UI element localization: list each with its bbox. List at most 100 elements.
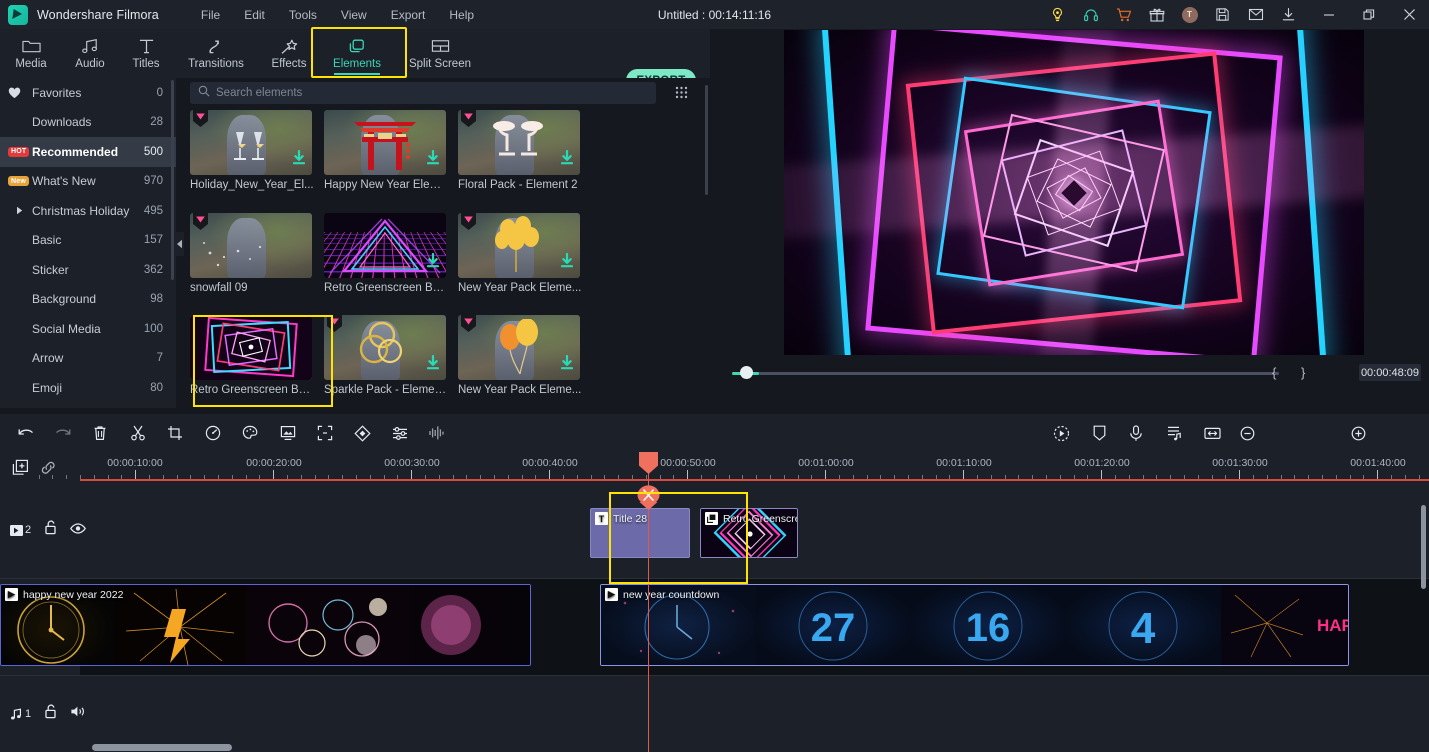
add-track-icon[interactable]: [8, 455, 32, 479]
sidebar-collapse-button[interactable]: [174, 232, 184, 256]
render-preview-icon[interactable]: [1046, 418, 1076, 448]
tab-transitions[interactable]: Transitions: [174, 29, 258, 78]
delete-icon[interactable]: [85, 418, 115, 448]
tab-titles[interactable]: Titles: [118, 29, 174, 78]
sidebar-item-basic[interactable]: Basic 157: [0, 226, 176, 256]
timeline-horizontal-scrollbar[interactable]: [92, 744, 232, 751]
timeline-clip-video-2[interactable]: 27 16 4 HAPPY NEW ▶ new year countdown: [600, 584, 1349, 666]
speaker-icon[interactable]: [70, 705, 86, 723]
green-screen-icon[interactable]: [273, 418, 303, 448]
tab-elements[interactable]: Elements: [320, 29, 394, 78]
clip-label: happy new year 2022: [23, 588, 124, 601]
save-icon[interactable]: [1206, 0, 1239, 29]
avatar[interactable]: T: [1173, 0, 1206, 29]
keyframe-icon[interactable]: [347, 418, 377, 448]
playhead[interactable]: [637, 452, 660, 752]
timeline-clip-element-selected[interactable]: Retro Greenscreen B: [700, 508, 798, 558]
download-icon[interactable]: [560, 355, 574, 376]
tab-audio[interactable]: Audio: [62, 29, 118, 78]
zoom-out-icon[interactable]: [1232, 418, 1262, 448]
element-card[interactable]: Sparkle Pack - Elemen...: [324, 315, 458, 406]
preview-progress-track[interactable]: [732, 372, 1279, 375]
adjust-icon[interactable]: [385, 418, 415, 448]
mark-out-button[interactable]: }: [1301, 365, 1305, 380]
redo-icon[interactable]: [48, 418, 78, 448]
download-icon[interactable]: [560, 252, 574, 274]
menu-tools[interactable]: Tools: [277, 4, 329, 26]
sidebar-item-christmas-holiday[interactable]: Christmas Holiday 495: [0, 196, 176, 226]
speed-icon[interactable]: [198, 418, 228, 448]
timeline-clip-video-1[interactable]: ▶ happy new year 2022: [0, 584, 531, 666]
video-preview[interactable]: [784, 30, 1364, 355]
cart-icon[interactable]: [1107, 0, 1140, 29]
download-icon[interactable]: [1272, 0, 1305, 29]
sidebar-item-social-media[interactable]: Social Media 100: [0, 314, 176, 344]
zoom-in-icon[interactable]: [1343, 418, 1373, 448]
crop-icon[interactable]: [160, 418, 190, 448]
menu-view[interactable]: View: [329, 4, 379, 26]
scissors-icon[interactable]: [123, 418, 153, 448]
sidebar-item-arrow[interactable]: Arrow 7: [0, 344, 176, 374]
audio-mix-icon[interactable]: [422, 418, 452, 448]
menu-export[interactable]: Export: [379, 4, 438, 26]
unlock-icon[interactable]: [44, 520, 57, 540]
download-icon[interactable]: [426, 149, 440, 171]
lightbulb-icon[interactable]: [1041, 0, 1074, 29]
auto-beat-icon[interactable]: [1159, 418, 1189, 448]
menu-file[interactable]: File: [189, 4, 232, 26]
sidebar-item-recommended[interactable]: HOT Recommended 500: [0, 137, 176, 167]
sidebar-item-sticker[interactable]: Sticker 362: [0, 255, 176, 285]
element-card-selected[interactable]: Retro Greenscreen Ba...: [190, 315, 324, 406]
download-icon[interactable]: [426, 355, 440, 376]
mail-icon[interactable]: [1239, 0, 1272, 29]
close-button[interactable]: [1389, 0, 1429, 29]
track-header-audio-1: 1: [0, 676, 85, 752]
download-icon[interactable]: [426, 252, 440, 274]
split-scissors-marker-icon[interactable]: [637, 485, 660, 510]
undo-icon[interactable]: [11, 418, 41, 448]
record-voiceover-icon[interactable]: [1121, 418, 1151, 448]
menu-help[interactable]: Help: [437, 4, 486, 26]
element-card[interactable]: Floral Pack - Element 2: [458, 110, 592, 201]
sidebar-item-whats-new[interactable]: New What's New 970: [0, 167, 176, 197]
element-card[interactable]: New Year Pack Eleme...: [458, 212, 592, 304]
elements-category-sidebar[interactable]: Favorites 0 Downloads 28 HOT Recommended…: [0, 78, 176, 408]
download-icon[interactable]: [292, 149, 306, 171]
search-input[interactable]: Search elements: [190, 82, 656, 104]
sidebar-item-background[interactable]: Background 98: [0, 285, 176, 315]
crop-fit-icon[interactable]: [310, 418, 340, 448]
restore-button[interactable]: [1349, 0, 1389, 29]
color-palette-icon[interactable]: [235, 418, 265, 448]
element-card[interactable]: Happy New Year Elem...: [324, 110, 458, 201]
grid-view-icon[interactable]: [672, 83, 690, 101]
element-card[interactable]: New Year Pack Eleme...: [458, 315, 592, 406]
download-icon[interactable]: [560, 149, 574, 171]
marker-icon[interactable]: [1084, 418, 1114, 448]
timeline-ruler[interactable]: 00:00:10:00 00:00:20:00 00:00:30:00 00:0…: [38, 452, 1429, 482]
tab-effects[interactable]: Effects: [258, 29, 320, 78]
tab-split-screen[interactable]: Split Screen: [394, 29, 486, 78]
menu-edit[interactable]: Edit: [232, 4, 277, 26]
eye-icon[interactable]: [70, 521, 87, 539]
tab-media[interactable]: Media: [0, 29, 62, 78]
mark-in-button[interactable]: {: [1272, 365, 1276, 380]
gift-icon[interactable]: [1140, 0, 1173, 29]
headset-icon[interactable]: [1074, 0, 1107, 29]
minimize-button[interactable]: [1309, 0, 1349, 29]
sidebar-item-emoji[interactable]: Emoji 80: [0, 373, 176, 403]
ruler-label: 00:00:50:00: [660, 457, 716, 469]
track-lane-audio-1[interactable]: [80, 676, 1429, 752]
timeline-vertical-scrollbar[interactable]: [1421, 505, 1426, 589]
element-card[interactable]: Holiday_New_Year_El...: [190, 110, 324, 201]
element-label: snowfall 09: [190, 281, 248, 294]
preview-progress-handle[interactable]: [740, 366, 753, 379]
elements-panel-scrollbar[interactable]: [705, 85, 708, 195]
fit-timeline-icon[interactable]: [1197, 418, 1227, 448]
element-card[interactable]: Retro Greenscreen Ba...: [324, 212, 458, 304]
sidebar-item-downloads[interactable]: Downloads 28: [0, 108, 176, 138]
unlock-icon[interactable]: [44, 704, 57, 724]
sidebar-item-favorites[interactable]: Favorites 0: [0, 78, 176, 108]
element-card[interactable]: snowfall 09: [190, 212, 324, 304]
timeline-clip-title[interactable]: T Title 28: [590, 508, 690, 558]
clip-label-row: T Title 28: [595, 512, 647, 525]
